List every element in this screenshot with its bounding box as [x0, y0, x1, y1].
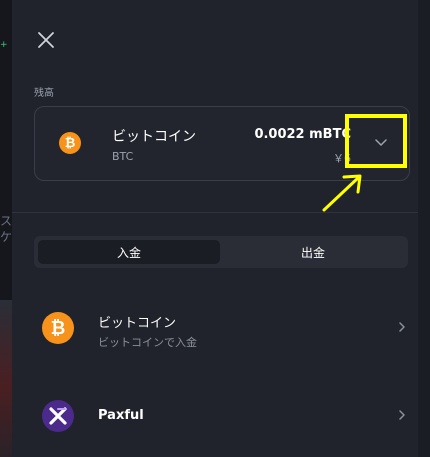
background-text-2: ケ [0, 230, 13, 244]
background-page: + ス ケ [0, 0, 12, 457]
close-button[interactable] [34, 28, 58, 52]
background-text-1: ス [0, 214, 13, 228]
coin-name: ビットコイン [112, 129, 196, 145]
method-bitcoin[interactable]: ₿ ビットコイン ビットコインで入金 [34, 300, 418, 356]
currency-dropdown-button[interactable] [353, 107, 409, 180]
section-divider [12, 212, 418, 213]
chevron-right-icon [399, 410, 405, 420]
balance-card: ₿ ビットコイン BTC 0.0022 mBTC ￥6 [34, 106, 410, 181]
chevron-down-icon [375, 139, 387, 146]
close-icon [38, 32, 54, 48]
plus-icon: + [0, 40, 8, 50]
paxful-icon [42, 400, 74, 432]
tab-withdraw[interactable]: 出金 [222, 240, 404, 264]
background-thumbnail [0, 300, 12, 457]
balance-label: 残高 [34, 88, 54, 99]
right-background-edge [418, 0, 430, 457]
bitcoin-icon: ₿ [42, 312, 74, 344]
method-title: ビットコイン [98, 316, 177, 331]
deposit-withdraw-tabs: 入金 出金 [34, 236, 408, 268]
chevron-right-icon [399, 322, 405, 332]
method-paxful[interactable]: Paxful [34, 388, 418, 444]
bitcoin-icon: ₿ [59, 132, 81, 154]
tab-deposit[interactable]: 入金 [38, 240, 220, 264]
method-subtitle: ビットコインで入金 [98, 336, 197, 349]
wallet-panel: 残高 ₿ ビットコイン BTC 0.0022 mBTC ￥6 入金 出金 ₿ ビ… [12, 0, 418, 457]
coin-fiat-value: ￥6 [333, 152, 351, 165]
coin-code: BTC [112, 150, 134, 163]
method-title: Paxful [98, 408, 144, 423]
coin-amount: 0.0022 mBTC [254, 127, 351, 142]
